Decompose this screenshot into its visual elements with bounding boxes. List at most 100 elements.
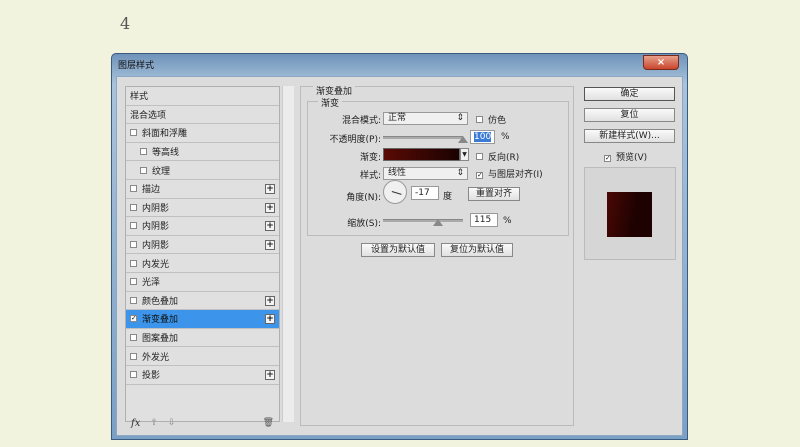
move-down-icon[interactable]: ⇩ bbox=[168, 418, 176, 428]
gradient-overlay-panel: 渐变叠加 渐变 混合模式: 正常 ⇕ 仿色 不透明度(P): 100 % 渐变: … bbox=[300, 84, 574, 426]
opacity-percent-sign: % bbox=[501, 132, 510, 142]
align-label: 与图层对齐(I) bbox=[488, 170, 543, 180]
gradient-label: 渐变: bbox=[359, 153, 381, 163]
style-list-item-label: 内阴影 bbox=[142, 241, 170, 252]
style-list-item[interactable]: 内发光 bbox=[126, 254, 279, 273]
checkbox-icon[interactable] bbox=[130, 334, 137, 342]
checkbox-icon[interactable] bbox=[130, 203, 137, 211]
gradient-dropdown-arrow-icon[interactable]: ▼ bbox=[460, 148, 469, 161]
add-icon[interactable]: + bbox=[265, 314, 275, 325]
style-list-item[interactable]: ✓ 渐变叠加 + bbox=[126, 310, 279, 329]
opacity-input[interactable]: 100 bbox=[470, 130, 495, 144]
ok-button[interactable]: 确定 bbox=[584, 87, 675, 101]
style-list-item[interactable]: 纹理 bbox=[126, 161, 279, 180]
opacity-value: 100 bbox=[474, 132, 492, 142]
reset-alignment-button[interactable]: 重置对齐 bbox=[468, 187, 520, 201]
move-up-icon[interactable]: ⇧ bbox=[150, 418, 158, 428]
dialog-body: 样式混合选项斜面和浮雕 等高线纹理描边 + 内阴影 + 内阴影 + 内阴影 + 内发光光泽 颜色叠加… bbox=[116, 76, 683, 436]
style-select[interactable]: 线性 ⇕ bbox=[383, 167, 468, 180]
checkmark-icon[interactable]: ✓ bbox=[130, 315, 137, 323]
checkbox-icon[interactable] bbox=[140, 166, 147, 174]
angle-needle bbox=[391, 191, 402, 195]
dither-label: 仿色 bbox=[488, 116, 507, 126]
style-list-item[interactable]: 内阴影 + bbox=[126, 217, 279, 236]
angle-input[interactable]: -17 bbox=[411, 186, 439, 200]
checkbox-icon[interactable] bbox=[130, 241, 137, 249]
checkbox-icon bbox=[476, 116, 483, 123]
style-list-item-label: 图案叠加 bbox=[142, 334, 179, 345]
dither-checkbox[interactable]: 仿色 bbox=[476, 113, 506, 126]
layer-style-dialog: 图层样式 × 样式混合选项斜面和浮雕 等高线纹理描边 + 内阴影 + 内阴影 + 内阴影 + 内发… bbox=[111, 53, 688, 440]
checkbox-icon[interactable] bbox=[130, 129, 137, 137]
style-list-item[interactable]: 描边 + bbox=[126, 180, 279, 199]
add-icon[interactable]: + bbox=[265, 369, 275, 380]
style-list-item-label: 内阴影 bbox=[142, 203, 170, 214]
opacity-slider[interactable] bbox=[383, 136, 463, 139]
checkbox-icon[interactable] bbox=[130, 278, 137, 286]
style-list-item[interactable]: 光泽 bbox=[126, 273, 279, 292]
style-value: 线性 bbox=[388, 168, 407, 178]
gradient-swatch[interactable] bbox=[383, 148, 460, 161]
preview-checkbox[interactable]: ✓ 预览(V) bbox=[604, 150, 647, 163]
angle-dial[interactable] bbox=[383, 180, 407, 204]
blend-mode-value: 正常 bbox=[388, 113, 407, 123]
add-icon[interactable]: + bbox=[265, 183, 275, 194]
preview-label: 预览(V) bbox=[616, 153, 648, 163]
scale-slider-thumb[interactable] bbox=[433, 219, 443, 226]
style-list-item-label: 内阴影 bbox=[142, 222, 170, 233]
style-list-item-label: 内发光 bbox=[142, 259, 170, 270]
updown-icon: ⇕ bbox=[456, 113, 464, 123]
style-list-item[interactable]: 混合选项 bbox=[126, 106, 279, 125]
checkbox-icon[interactable] bbox=[130, 296, 137, 304]
preview-swatch bbox=[607, 192, 652, 237]
style-list-item[interactable]: 内阴影 + bbox=[126, 199, 279, 218]
reset-button[interactable]: 复位 bbox=[584, 108, 675, 122]
angle-label: 角度(N): bbox=[346, 193, 381, 203]
blend-mode-label: 混合模式: bbox=[341, 116, 381, 126]
add-icon[interactable]: + bbox=[265, 202, 275, 213]
fx-icon[interactable]: fx bbox=[131, 418, 140, 429]
add-icon[interactable]: + bbox=[265, 221, 275, 232]
preview-area bbox=[584, 167, 676, 260]
page-number: 4 bbox=[120, 14, 131, 33]
checkbox-icon[interactable] bbox=[130, 371, 137, 379]
blend-mode-select[interactable]: 正常 ⇕ bbox=[383, 112, 468, 125]
dialog-title: 图层样式 bbox=[118, 61, 155, 71]
set-default-button[interactable]: 设置为默认值 bbox=[361, 243, 435, 257]
checkmark-icon: ✓ bbox=[476, 171, 483, 179]
reverse-checkbox[interactable]: 反向(R) bbox=[476, 150, 519, 163]
style-list-item[interactable]: 斜面和浮雕 bbox=[126, 124, 279, 143]
scale-slider[interactable] bbox=[383, 219, 463, 222]
add-icon[interactable]: + bbox=[265, 239, 275, 250]
opacity-label: 不透明度(P): bbox=[329, 135, 381, 145]
style-list-item-label: 投影 bbox=[142, 371, 161, 382]
checkmark-icon: ✓ bbox=[604, 154, 611, 162]
reverse-label: 反向(R) bbox=[488, 153, 520, 163]
style-list-item[interactable]: 图案叠加 bbox=[126, 329, 279, 348]
reset-default-button[interactable]: 复位为默认值 bbox=[441, 243, 513, 257]
opacity-slider-thumb[interactable] bbox=[458, 136, 468, 143]
style-list-item[interactable]: 外发光 bbox=[126, 347, 279, 366]
checkbox-icon[interactable] bbox=[130, 352, 137, 360]
style-list-item[interactable]: 内阴影 + bbox=[126, 236, 279, 255]
trash-icon[interactable]: 🗑 bbox=[263, 418, 274, 428]
angle-unit: 度 bbox=[443, 192, 453, 202]
list-scrollbar[interactable] bbox=[282, 86, 294, 422]
style-list-item-label: 外发光 bbox=[142, 352, 170, 363]
checkbox-icon[interactable] bbox=[140, 148, 147, 156]
style-list-item[interactable]: 颜色叠加 + bbox=[126, 292, 279, 311]
checkbox-icon[interactable] bbox=[130, 222, 137, 230]
style-list-item[interactable]: 样式 bbox=[126, 87, 279, 106]
close-button[interactable]: × bbox=[643, 55, 679, 70]
style-list-item-label: 混合选项 bbox=[130, 110, 167, 121]
style-list-item[interactable]: 投影 + bbox=[126, 366, 279, 385]
style-list-item-label: 纹理 bbox=[152, 166, 171, 177]
checkbox-icon[interactable] bbox=[130, 259, 137, 267]
add-icon[interactable]: + bbox=[265, 295, 275, 306]
group-title: 渐变 bbox=[318, 96, 343, 109]
checkbox-icon[interactable] bbox=[130, 185, 137, 193]
new-style-button[interactable]: 新建样式(W)... bbox=[584, 129, 675, 143]
align-with-layer-checkbox[interactable]: ✓ 与图层对齐(I) bbox=[476, 167, 543, 180]
scale-input[interactable]: 115 bbox=[470, 213, 498, 227]
style-list-item[interactable]: 等高线 bbox=[126, 143, 279, 162]
